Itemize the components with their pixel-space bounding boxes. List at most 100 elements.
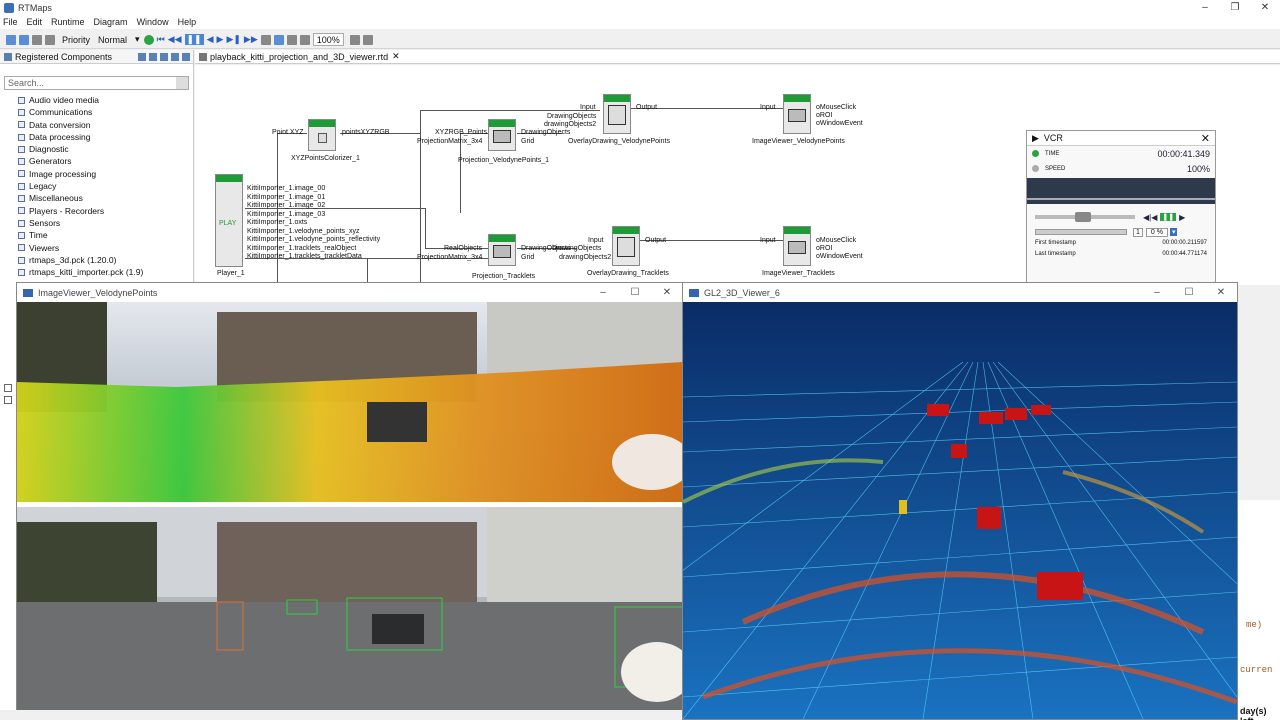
slider-handle[interactable] bbox=[1075, 212, 1091, 222]
new-diagram-icon[interactable] bbox=[6, 34, 16, 45]
list-item[interactable]: rtmaps_kitti_importer.pck (1.9) bbox=[18, 266, 193, 278]
list-item[interactable]: Miscellaneous bbox=[18, 192, 193, 204]
loop-progress[interactable] bbox=[1035, 229, 1127, 235]
menu-runtime[interactable]: Runtime bbox=[51, 17, 85, 27]
viewer-tracklets-input-pin[interactable]: Input bbox=[760, 237, 776, 244]
viewer-velodyne-input-pin[interactable]: Input bbox=[760, 104, 776, 111]
zoom-in-icon[interactable] bbox=[286, 34, 297, 45]
close-icon[interactable]: ✕ bbox=[1201, 132, 1210, 145]
player-output-pin[interactable]: KittiImporter_1.tracklets_trackletData bbox=[247, 253, 362, 260]
percent-field[interactable]: 0 % bbox=[1145, 227, 1168, 237]
player-output-pin[interactable]: KittiImporter_1.tracklets_realObject bbox=[247, 245, 356, 252]
viewer-velodyne-output-pin[interactable]: oMouseClick bbox=[816, 104, 856, 111]
restore-icon[interactable]: ❐ bbox=[1220, 0, 1250, 15]
search-clear-icon[interactable] bbox=[176, 77, 188, 89]
rewind-icon[interactable]: ◀◀ bbox=[168, 34, 182, 45]
close-icon[interactable]: ✕ bbox=[651, 283, 683, 302]
maximize-icon[interactable]: ☐ bbox=[1173, 283, 1205, 302]
play-icon[interactable]: ▶ bbox=[1179, 213, 1185, 222]
overlay-tracklets-output-pin[interactable]: Output bbox=[645, 237, 666, 244]
chevron-down-icon[interactable]: ▾ bbox=[135, 34, 140, 45]
close-tab-icon[interactable]: ✕ bbox=[392, 51, 400, 62]
play-icon[interactable]: ▶ bbox=[217, 34, 224, 45]
pause-icon[interactable]: ❚❚ bbox=[1160, 213, 1177, 221]
list-item[interactable]: Diagnostic bbox=[18, 143, 193, 155]
viewer-tracklets-component[interactable] bbox=[783, 226, 811, 266]
minimize-icon[interactable]: – bbox=[1190, 0, 1220, 15]
connect-tool-icon[interactable] bbox=[273, 34, 284, 45]
loop-count[interactable]: 1 bbox=[1133, 227, 1143, 237]
projection-tracklets-output-pin[interactable]: Grid bbox=[521, 254, 534, 261]
viewer-tracklets-output-pin[interactable]: oROI bbox=[816, 245, 832, 252]
overlay-tracklets-input-pin[interactable]: drawingObjects2 bbox=[559, 254, 611, 261]
overlay-velodyne-input-pin[interactable]: Input bbox=[580, 104, 596, 111]
list-item[interactable]: Players - Recorders bbox=[18, 205, 193, 217]
list-item[interactable]: Data conversion bbox=[18, 119, 193, 131]
viewer-velodyne-output-pin[interactable]: oWindowEvent bbox=[816, 120, 863, 127]
player-output-pin[interactable]: KittiImporter_1.image_00 bbox=[247, 185, 325, 192]
run-icon[interactable] bbox=[143, 34, 154, 45]
projection-velodyne-output-pin[interactable]: Grid bbox=[521, 138, 534, 145]
step-forward-icon[interactable]: ▶❚ bbox=[226, 34, 240, 45]
player-output-pin[interactable]: KittiImporter_1.oxts bbox=[247, 219, 307, 226]
player-output-pin[interactable]: KittiImporter_1.velodyne_points_xyz bbox=[247, 228, 359, 235]
speed-slider[interactable] bbox=[1035, 212, 1135, 222]
list-item[interactable]: Data processing bbox=[18, 131, 193, 143]
copy-icon[interactable] bbox=[32, 34, 42, 45]
list-item[interactable]: Image processing bbox=[18, 168, 193, 180]
overlay-velodyne-component[interactable] bbox=[603, 94, 631, 134]
player-output-pin[interactable]: KittiImporter_1.velodyne_points_reflecti… bbox=[247, 236, 380, 243]
list-item[interactable]: rtmaps_3d.pck (1.20.0) bbox=[18, 254, 193, 266]
expand-icon[interactable] bbox=[160, 53, 168, 61]
close-icon[interactable]: ✕ bbox=[1250, 0, 1280, 15]
menu-edit[interactable]: Edit bbox=[27, 17, 43, 27]
chevron-down-icon[interactable]: ▾ bbox=[1169, 228, 1178, 236]
step-back-icon[interactable]: ◀|◀ bbox=[1143, 213, 1157, 222]
projection-tracklets-component[interactable] bbox=[488, 234, 516, 266]
menu-diagram[interactable]: Diagram bbox=[94, 17, 128, 27]
select-tool-icon[interactable] bbox=[260, 34, 271, 45]
zoom-out-icon[interactable] bbox=[299, 34, 310, 45]
export-icon[interactable] bbox=[362, 34, 373, 45]
collapse-icon[interactable] bbox=[171, 53, 179, 61]
overlay-tracklets-input-pin[interactable]: DrawingObjects bbox=[552, 245, 601, 252]
speed-value[interactable]: 100% bbox=[1187, 164, 1210, 174]
overlay-tracklets-input-pin[interactable]: Input bbox=[588, 237, 604, 244]
editor-tab[interactable]: playback_kitti_projection_and_3D_viewer.… bbox=[195, 50, 1280, 64]
properties-icon[interactable] bbox=[45, 34, 55, 45]
list-item[interactable]: Time bbox=[18, 229, 193, 241]
viewer-tracklets-output-pin[interactable]: oMouseClick bbox=[816, 237, 856, 244]
viewer-velodyne-output-pin[interactable]: oROI bbox=[816, 112, 832, 119]
colorizer-output-pin[interactable]: pointsXYZRGB bbox=[342, 129, 389, 136]
player-output-pin[interactable]: KittiImporter_1.image_02 bbox=[247, 202, 325, 209]
overlay-velodyne-input-pin[interactable]: drawingObjects2 bbox=[544, 121, 596, 128]
projection-velodyne-input-pin[interactable]: ProjectionMatrix_3x4 bbox=[417, 138, 482, 145]
list-item[interactable]: Generators bbox=[18, 155, 193, 167]
zoom-select[interactable]: 100% bbox=[312, 33, 344, 46]
overlay-tracklets-component[interactable] bbox=[612, 226, 640, 266]
menu-icon[interactable] bbox=[182, 53, 190, 61]
priority-select[interactable]: Normal bbox=[98, 35, 127, 45]
sort-icon[interactable] bbox=[138, 53, 146, 61]
vcr-timeline[interactable] bbox=[1027, 178, 1215, 204]
projection-tracklets-input-pin[interactable]: RealObjects bbox=[444, 245, 482, 252]
projection-tracklets-input-pin[interactable]: ProjectionMatrix_3x4 bbox=[417, 254, 482, 261]
fast-forward-icon[interactable]: ▶▶ bbox=[244, 34, 258, 45]
overlay-velodyne-output-pin[interactable]: Output bbox=[636, 104, 657, 111]
list-item[interactable]: Audio video media bbox=[18, 94, 193, 106]
step-back-icon[interactable]: ◀ bbox=[207, 34, 214, 45]
overlay-velodyne-input-pin[interactable]: DrawingObjects bbox=[547, 113, 596, 120]
search-input[interactable]: Search... bbox=[4, 76, 189, 90]
pause-icon[interactable]: ❚❚ bbox=[184, 34, 204, 45]
maximize-icon[interactable]: ☐ bbox=[619, 283, 651, 302]
minimize-icon[interactable]: – bbox=[1141, 283, 1173, 302]
projection-velodyne-input-pin[interactable]: XYZRGB_Points bbox=[435, 129, 487, 136]
list-item[interactable]: Sensors bbox=[18, 217, 193, 229]
menu-window[interactable]: Window bbox=[137, 17, 169, 27]
gl-3d-canvas[interactable] bbox=[482, 302, 1280, 720]
minimize-icon[interactable]: – bbox=[587, 283, 619, 302]
projection-velodyne-output-pin[interactable]: DrawingObjects bbox=[521, 129, 570, 136]
skip-back-icon[interactable]: ⏮ bbox=[157, 34, 165, 45]
viewer-velodyne-component[interactable] bbox=[783, 94, 811, 134]
projection-velodyne-component[interactable] bbox=[488, 119, 516, 151]
